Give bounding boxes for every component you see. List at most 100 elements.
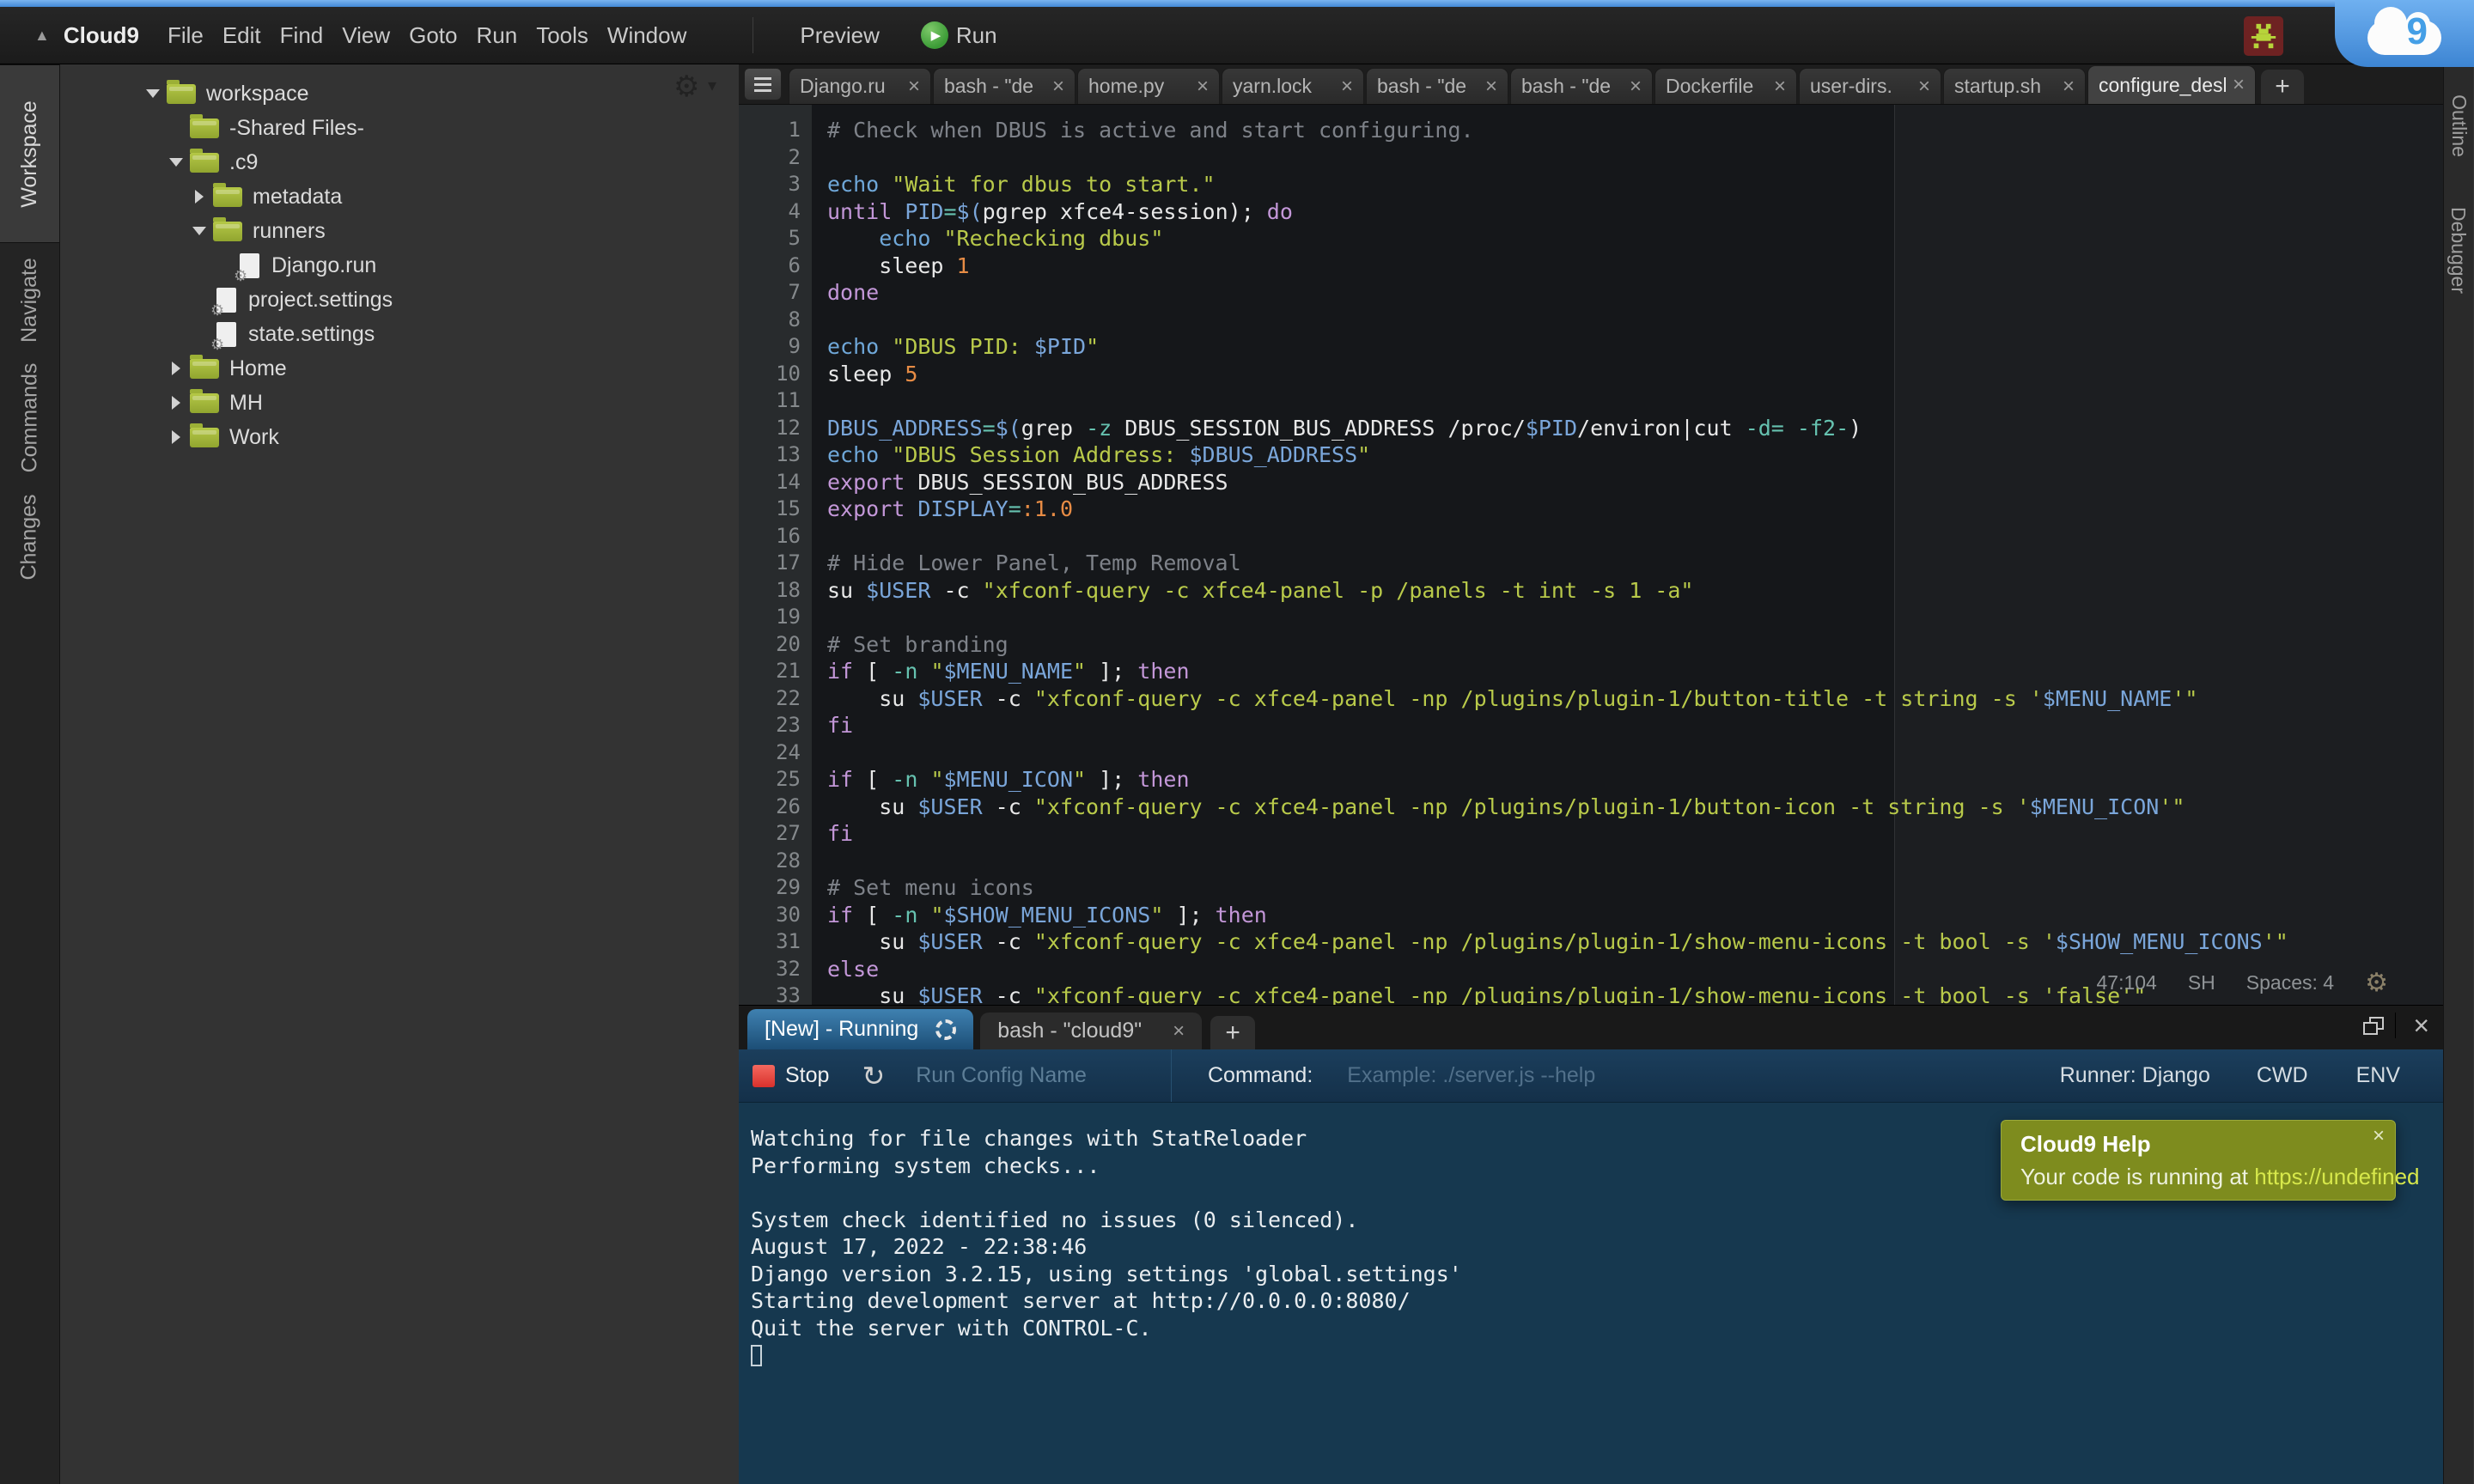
chevron-right-icon[interactable] [172,362,180,375]
terminal-line: Starting development server at http://0.… [751,1287,2443,1315]
tree-item-label: Django.run [271,253,376,278]
maximize-console-icon[interactable] [2363,1022,2378,1035]
close-icon[interactable]: × [1173,1019,1185,1043]
collapse-menubar-icon[interactable]: ▲ [34,27,50,45]
menu-item-tools[interactable]: Tools [527,22,598,49]
popup-title: Cloud9 Help [2020,1131,2376,1159]
editor-tab-home-py[interactable]: home.py× [1077,68,1220,104]
menu-item-window[interactable]: Window [598,22,696,49]
tree-item-workspace[interactable]: workspace [60,76,739,111]
menu-item-run[interactable]: Run [467,22,527,49]
editor-tab-configure-deskt[interactable]: configure_deskt × [2087,65,2256,104]
tree-item-c9[interactable]: .c9 [60,145,739,179]
app-title[interactable]: Cloud9 [64,22,139,49]
code-editor[interactable]: 1234567891011121314151617181920212223242… [739,105,2443,1005]
tree-item-state-settings[interactable]: state.settings [60,317,739,351]
cursor-position[interactable]: 47:104 [2096,971,2156,994]
editor-tab-label: Dockerfile [1666,75,1767,98]
editor-tab-django-ru[interactable]: Django.ru× [789,68,931,104]
cwd-button[interactable]: CWD [2257,1063,2308,1088]
close-icon[interactable]: × [2063,75,2075,99]
chevron-down-icon[interactable] [192,227,206,235]
close-icon[interactable]: × [1485,75,1497,99]
cloud9-logo-area[interactable]: 9 [2335,0,2474,67]
new-console-tab-button[interactable]: + [1210,1016,1255,1049]
editor-tab-bash-de[interactable]: bash - "de× [933,68,1076,104]
console-tabs: [New] - Runningbash - "cloud9"× [747,1009,1202,1049]
new-editor-tab-button[interactable]: + [2261,70,2304,104]
editor-tab-user-dirs[interactable]: user-dirs.× [1799,68,1941,104]
close-icon[interactable]: × [1630,75,1642,99]
close-console-icon[interactable]: × [2413,1013,2429,1038]
close-icon[interactable]: × [1774,75,1786,99]
code-line-10: sleep 5 [827,361,2443,388]
editor-tab-startup-sh[interactable]: startup.sh× [1943,68,2086,104]
tree-item-shared-files[interactable]: -Shared Files- [60,111,739,145]
editor-tabstrip: Django.ru×bash - "de×home.py×yarn.lock×b… [739,64,2443,105]
restart-icon[interactable]: ↻ [862,1060,885,1092]
tree-item-label: Home [229,356,287,381]
tree-item-home[interactable]: Home [60,351,739,386]
tab-list-icon [754,77,771,92]
chevron-down-icon[interactable] [169,158,183,167]
rightdock-tab-debugger[interactable]: Debugger [2447,207,2471,294]
stop-button-label[interactable]: Stop [785,1063,829,1088]
tree-item-project-settings[interactable]: project.settings [60,283,739,317]
close-icon[interactable]: × [2233,73,2245,97]
chevron-down-icon[interactable] [146,89,160,98]
popup-link[interactable]: https://undefined [2254,1164,2419,1189]
runner-selector[interactable]: Runner: Django [2060,1063,2210,1088]
editor-settings-gear-icon[interactable]: ⚙ [2365,968,2388,998]
sidebar-tab-changes[interactable]: Changes [0,478,59,595]
tree-settings-gear-icon[interactable]: ⚙ ▾ [673,70,716,104]
tab-list-button[interactable] [744,68,782,100]
debugger-bug-button[interactable] [2244,16,2283,56]
left-dock: WorkspaceNavigateCommandsChanges [0,64,60,1484]
editor-tab-bash-de[interactable]: bash - "de× [1510,68,1653,104]
close-icon[interactable]: × [1197,75,1209,99]
chevron-right-icon[interactable] [172,430,180,444]
command-input[interactable]: Example: ./server.js --help [1347,1063,1595,1088]
code-line-24 [827,739,2443,767]
sidebar-tab-navigate[interactable]: Navigate [0,243,59,356]
syntax-mode[interactable]: SH [2188,971,2215,994]
code-line-3: echo "Wait for dbus to start." [827,171,2443,198]
run-button[interactable]: ▶ Run [921,21,997,49]
tree-item-work[interactable]: Work [60,420,739,454]
close-icon[interactable]: × [1918,75,1930,99]
stop-icon[interactable] [753,1065,775,1087]
menu-item-file[interactable]: File [158,22,213,49]
code-line-21: if [ -n "$MENU_NAME" ]; then [827,658,2443,685]
menu-item-goto[interactable]: Goto [399,22,466,49]
editor-tab-bash-de[interactable]: bash - "de× [1366,68,1508,104]
tree-item-django-run[interactable]: Django.run [60,248,739,283]
editor-tab-dockerfile[interactable]: Dockerfile × [1654,68,1797,104]
editor-tab-yarn-lock[interactable]: yarn.lock× [1222,68,1364,104]
menu-item-find[interactable]: Find [271,22,333,49]
console-tab-new-running[interactable]: [New] - Running [747,1009,973,1049]
tree-item-metadata[interactable]: metadata [60,179,739,214]
tree-item-runners[interactable]: runners [60,214,739,248]
preview-button[interactable]: Preview [791,22,887,49]
popup-close-icon[interactable]: × [2373,1122,2385,1150]
menu-item-edit[interactable]: Edit [213,22,271,49]
editor-tab-label: configure_deskt [2099,74,2226,97]
tree-item-mh[interactable]: MH [60,386,739,420]
sidebar-tab-commands[interactable]: Commands [0,356,59,478]
console-tab-bash-cloud9[interactable]: bash - "cloud9"× [980,1013,1202,1049]
rightdock-tab-outline[interactable]: Outline [2447,94,2471,157]
indent-setting[interactable]: Spaces: 4 [2246,971,2334,994]
run-config-name-input[interactable]: Run Config Name [916,1063,1087,1088]
chevron-right-icon[interactable] [172,396,180,410]
chevron-right-icon[interactable] [195,190,204,204]
sidebar-tab-workspace[interactable]: Workspace [0,64,59,243]
close-icon[interactable]: × [1052,75,1064,99]
terminal-line: August 17, 2022 - 22:38:46 [751,1233,2443,1261]
close-icon[interactable]: × [908,75,920,99]
terminal-output[interactable]: Watching for file changes with StatReloa… [739,1103,2443,1484]
menu-item-view[interactable]: View [332,22,399,49]
env-button[interactable]: ENV [2356,1063,2400,1088]
code-line-15: export DISPLAY=:1.0 [827,496,2443,523]
code-line-2 [827,144,2443,172]
close-icon[interactable]: × [1341,75,1353,99]
